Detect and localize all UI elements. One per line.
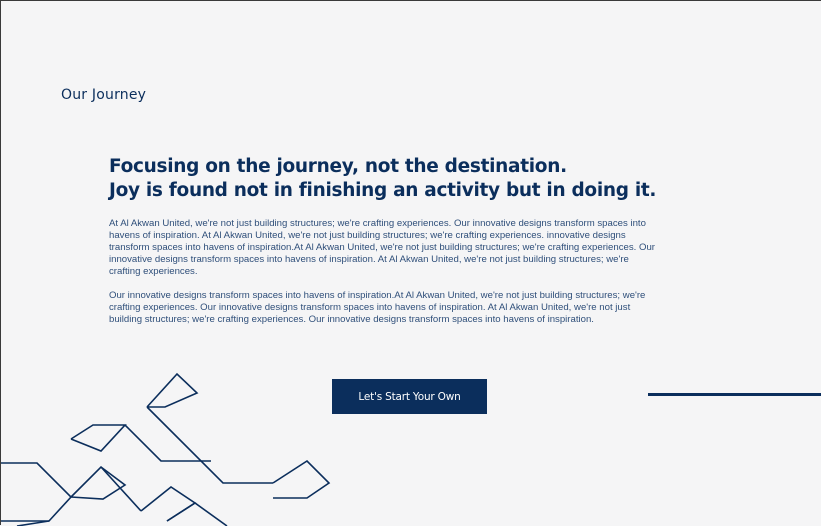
body-paragraph-1: At Al Akwan United, we're not just build… — [109, 218, 655, 277]
heading-line-2: Joy is found not in finishing an activit… — [109, 180, 657, 201]
pattern-right-shape — [272, 459, 331, 499]
pattern-diagonal-main — [146, 406, 273, 484]
body-paragraph-2: Our innovative designs transform spaces … — [109, 290, 646, 325]
pattern-lower-left — [1, 462, 73, 522]
accent-divider-line — [648, 393, 821, 396]
start-your-own-button[interactable]: Let's Start Your Own — [332, 379, 487, 414]
heading-line-1: Focusing on the journey, not the destina… — [109, 156, 567, 177]
pattern-bottom-diamond — [140, 486, 197, 522]
pattern-connector-left — [124, 424, 211, 462]
pattern-diamond-left — [70, 424, 127, 452]
pattern-diamond-top — [146, 372, 199, 408]
pattern-lower-diamond — [70, 465, 127, 500]
geometric-line-pattern — [1, 372, 331, 526]
page-heading: Focusing on the journey, not the destina… — [109, 155, 656, 203]
section-label: Our Journey — [61, 87, 147, 103]
pattern-mid-link — [100, 466, 142, 512]
pattern-bottom-tail — [166, 502, 228, 526]
